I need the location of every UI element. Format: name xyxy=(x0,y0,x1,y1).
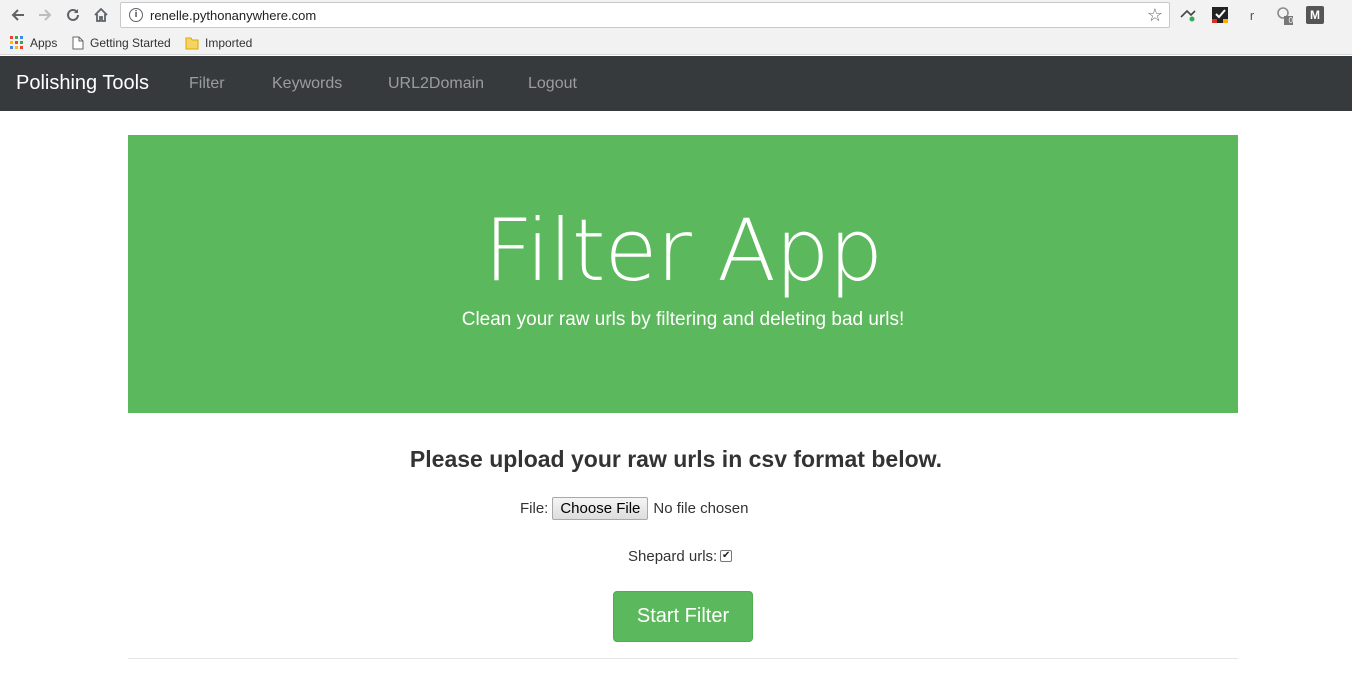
bookmark-imported[interactable]: Imported xyxy=(185,34,252,51)
nav-filter[interactable]: Filter xyxy=(189,75,225,93)
back-icon[interactable] xyxy=(6,3,30,27)
bookmark-getting-started[interactable]: Getting Started xyxy=(72,34,171,51)
site-navbar: Polishing Tools Filter Keywords URL2Doma… xyxy=(0,56,1352,111)
extension-icon-r[interactable]: r xyxy=(1242,5,1262,25)
shepard-checkbox[interactable]: ✔ xyxy=(720,550,733,562)
bookmark-label: Apps xyxy=(30,35,58,50)
star-icon[interactable]: ☆ xyxy=(1147,5,1163,25)
page-icon xyxy=(72,36,84,50)
extension-badge: 0 xyxy=(1288,16,1293,25)
brand-link[interactable]: Polishing Tools xyxy=(16,72,149,95)
file-field: File: Choose File No file chosen xyxy=(520,496,748,520)
extension-icon-4[interactable]: 0 xyxy=(1274,5,1294,25)
info-icon[interactable]: i xyxy=(129,8,143,22)
forward-icon[interactable] xyxy=(33,3,57,27)
nav-url2domain[interactable]: URL2Domain xyxy=(388,75,484,93)
jumbotron: Filter App Clean your raw urls by filter… xyxy=(128,135,1238,413)
folder-icon xyxy=(185,36,199,50)
home-icon[interactable] xyxy=(89,3,113,27)
nav-logout[interactable]: Logout xyxy=(528,75,577,93)
shepard-field: Shepard urls: ✔ xyxy=(628,546,733,566)
browser-toolbar: i renelle.pythonanywhere.com ☆ r 0 M xyxy=(0,0,1352,30)
bookmark-label: Imported xyxy=(205,35,253,50)
file-status: No file chosen xyxy=(653,499,749,517)
start-filter-button[interactable]: Start Filter xyxy=(613,591,753,642)
choose-file-button[interactable]: Choose File xyxy=(552,496,649,520)
page-subtitle: Clean your raw urls by filtering and del… xyxy=(461,309,905,330)
url-text[interactable]: renelle.pythonanywhere.com xyxy=(150,8,316,23)
bookmark-apps[interactable]: Apps xyxy=(10,34,57,51)
extension-icon-1[interactable] xyxy=(1178,5,1198,25)
apps-grid-icon xyxy=(10,35,24,50)
file-label: File: xyxy=(520,499,549,517)
shepard-label: Shepard urls: xyxy=(628,547,718,565)
reload-icon[interactable] xyxy=(61,3,85,27)
upload-heading: Please upload your raw urls in csv forma… xyxy=(409,446,943,472)
nav-keywords[interactable]: Keywords xyxy=(272,75,342,93)
address-bar[interactable]: i renelle.pythonanywhere.com ☆ xyxy=(120,2,1170,28)
extension-icon-2[interactable] xyxy=(1210,5,1230,25)
extension-icon-m[interactable]: M xyxy=(1306,6,1324,24)
divider xyxy=(128,658,1238,659)
bookmarks-bar: Apps Getting Started Imported xyxy=(0,30,1352,55)
bookmark-label: Getting Started xyxy=(90,35,171,50)
page-title: Filter App xyxy=(483,201,883,301)
